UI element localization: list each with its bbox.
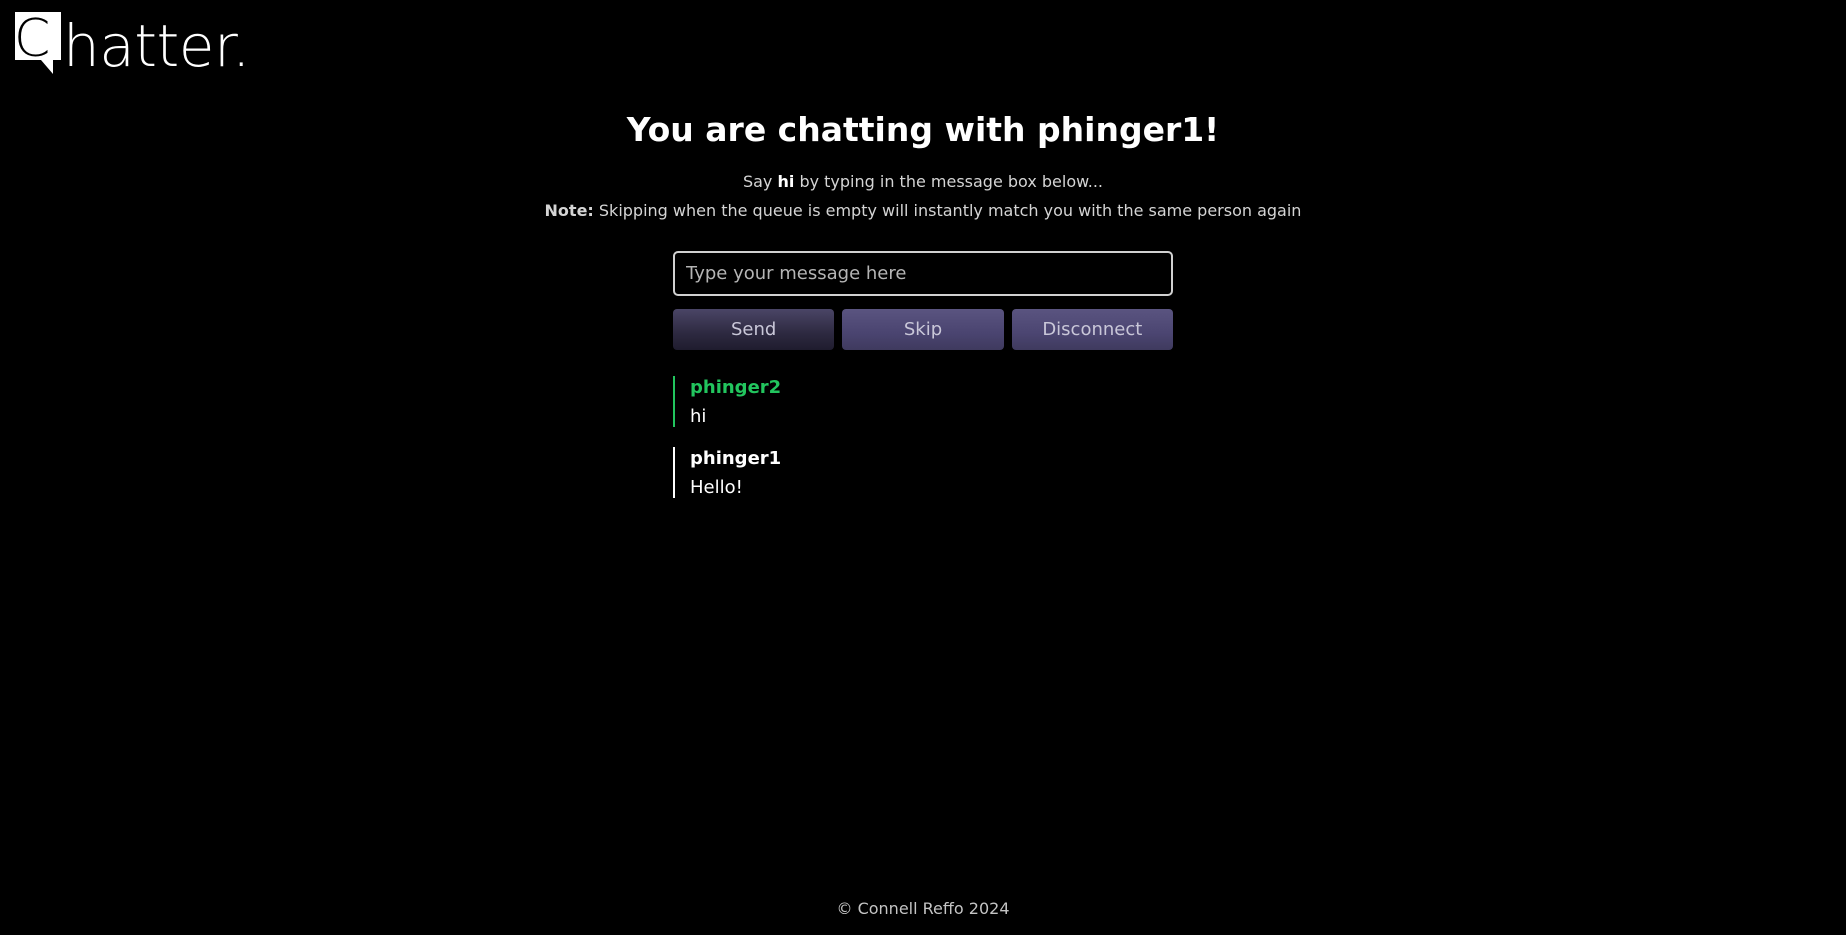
chatter-logo[interactable]: C hatter. (13, 10, 250, 76)
skip-button[interactable]: Skip (842, 309, 1004, 350)
page: C hatter. You are chatting with phinger1… (0, 0, 1846, 935)
note-label: Note: (544, 201, 594, 220)
action-buttons: Send Skip Disconnect (673, 309, 1173, 350)
message-text: Hello! (690, 477, 743, 498)
message-text: hi (690, 406, 707, 427)
hint-prefix: Say (742, 172, 778, 191)
message-author: phinger1 (690, 448, 782, 469)
message-author: phinger2 (690, 377, 782, 398)
send-button[interactable]: Send (673, 309, 835, 350)
note-text: Note: Skipping when the queue is empty w… (0, 200, 1846, 222)
hint-suffix: by typing in the message box below... (794, 172, 1104, 191)
logo-letter: C (14, 10, 50, 69)
chat-log: phinger2 hi phinger1 Hello! (673, 376, 1173, 518)
chat-message: phinger2 hi (673, 376, 1173, 427)
speech-bubble-c-icon: C (13, 10, 63, 76)
logo-wordmark: hatter. (63, 12, 250, 80)
chat-message: phinger1 Hello! (673, 447, 1173, 498)
footer-copyright: © Connell Reffo 2024 (836, 899, 1010, 918)
message-input[interactable] (673, 251, 1173, 296)
hint-emphasis: hi (777, 172, 795, 191)
note-body: Skipping when the queue is empty will in… (593, 201, 1302, 220)
page-title: You are chatting with phinger1! (626, 110, 1220, 149)
hint-text: Say hi by typing in the message box belo… (0, 171, 1846, 193)
disconnect-button[interactable]: Disconnect (1011, 309, 1173, 350)
